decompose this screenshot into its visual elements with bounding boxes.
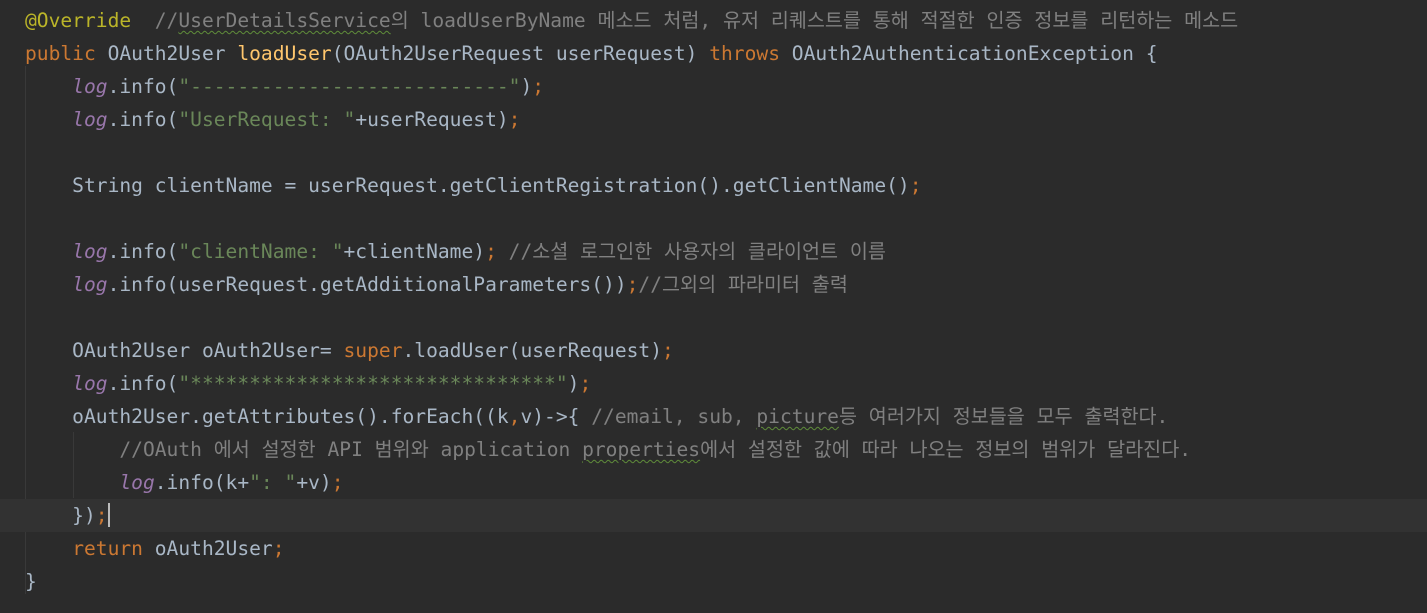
code-line[interactable]: OAuth2User oAuth2User= super.loadUser(us… xyxy=(0,334,1427,367)
code-line[interactable] xyxy=(0,136,1427,169)
spellcheck-underline: UserDetailsService xyxy=(178,9,391,32)
code-line[interactable] xyxy=(0,202,1427,235)
code-editor[interactable]: @Override //UserDetailsService의 loadUser… xyxy=(0,0,1427,613)
code-line[interactable]: log.info("******************************… xyxy=(0,367,1427,400)
code-line[interactable]: @Override //UserDetailsService의 loadUser… xyxy=(0,4,1427,37)
code-line[interactable]: log.info(k+": "+v); xyxy=(0,466,1427,499)
spellcheck-underline: picture xyxy=(756,405,839,428)
code-line[interactable]: } xyxy=(0,565,1427,598)
text-caret xyxy=(107,503,110,527)
code-line[interactable]: log.info("---------------------------"); xyxy=(0,70,1427,103)
code-line[interactable]: log.info(userRequest.getAdditionalParame… xyxy=(0,268,1427,301)
code-line[interactable]: public OAuth2User loadUser(OAuth2UserReq… xyxy=(0,37,1427,70)
code-line[interactable]: String clientName = userRequest.getClien… xyxy=(0,169,1427,202)
annotation: @Override xyxy=(25,9,132,32)
method-name: loadUser xyxy=(237,42,332,65)
code-line[interactable]: return oAuth2User; xyxy=(0,532,1427,565)
code-line[interactable]: log.info("clientName: "+clientName); //소… xyxy=(0,235,1427,268)
code-line[interactable]: //OAuth 에서 설정한 API 범위와 application prope… xyxy=(0,433,1427,466)
code-line[interactable]: log.info("UserRequest: "+userRequest); xyxy=(0,103,1427,136)
spellcheck-underline: properties xyxy=(582,438,701,461)
code-line[interactable]: oAuth2User.getAttributes().forEach((k,v)… xyxy=(0,400,1427,433)
code-line[interactable] xyxy=(0,301,1427,334)
current-line[interactable]: }); xyxy=(0,499,1427,532)
